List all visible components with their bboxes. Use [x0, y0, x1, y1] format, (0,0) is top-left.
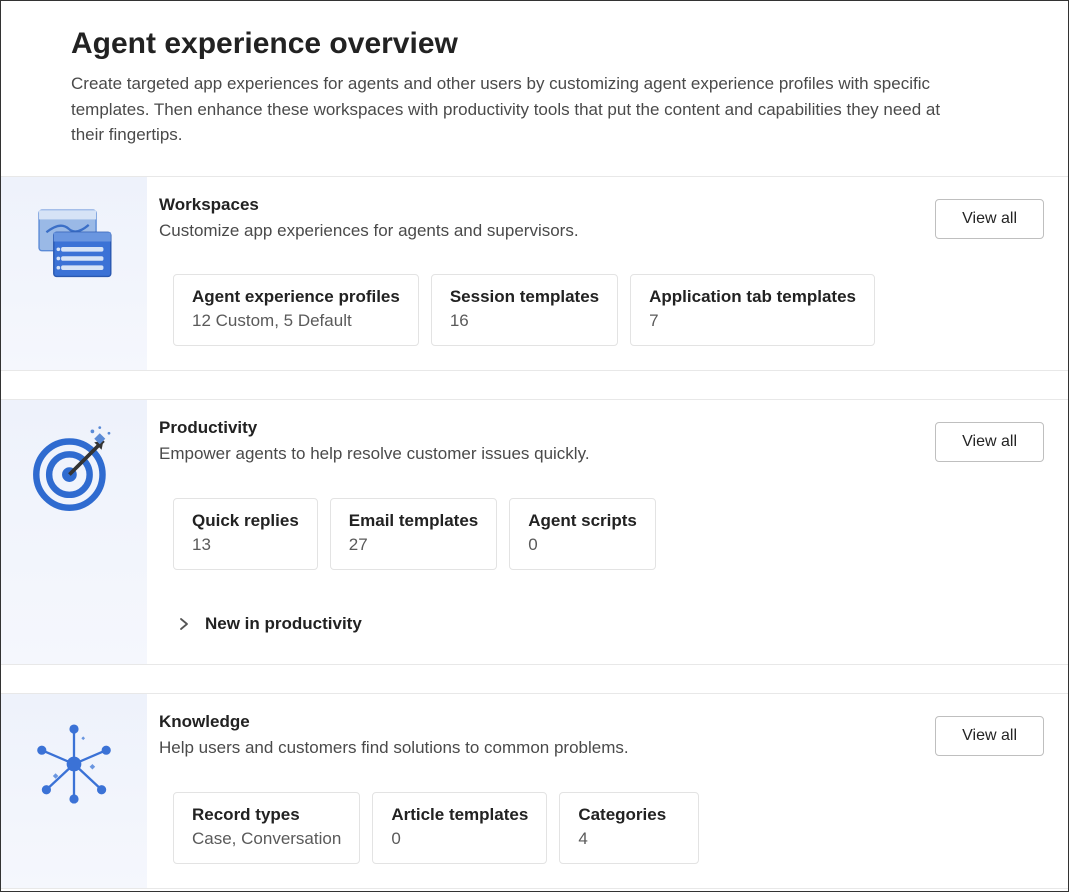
- tile-title: Agent experience profiles: [192, 287, 400, 307]
- tile-value: 0: [391, 829, 528, 849]
- tile-value: Case, Conversation: [192, 829, 341, 849]
- workspaces-subtitle: Customize app experiences for agents and…: [159, 219, 915, 243]
- tile-value: 16: [450, 311, 599, 331]
- page-title: Agent experience overview: [71, 27, 998, 61]
- tile-title: Session templates: [450, 287, 599, 307]
- tile-article-templates[interactable]: Article templates 0: [372, 792, 547, 864]
- tile-value: 4: [578, 829, 680, 849]
- tile-value: 12 Custom, 5 Default: [192, 311, 400, 331]
- workspaces-body: Workspaces Customize app experiences for…: [147, 177, 1068, 371]
- tile-title: Article templates: [391, 805, 528, 825]
- productivity-header-row: Productivity Empower agents to help reso…: [159, 418, 1044, 466]
- page-header: Agent experience overview Create targete…: [1, 1, 1068, 176]
- tile-agent-scripts[interactable]: Agent scripts 0: [509, 498, 656, 570]
- network-icon: [28, 718, 120, 815]
- knowledge-subtitle: Help users and customers find solutions …: [159, 736, 915, 760]
- productivity-view-all-button[interactable]: View all: [935, 422, 1044, 462]
- tile-title: Quick replies: [192, 511, 299, 531]
- tile-value: 13: [192, 535, 299, 555]
- productivity-tiles: Quick replies 13 Email templates 27 Agen…: [173, 498, 1044, 570]
- productivity-title: Productivity: [159, 418, 915, 438]
- knowledge-icon-pane: [1, 694, 147, 888]
- tile-title: Agent scripts: [528, 511, 637, 531]
- section-productivity: Productivity Empower agents to help reso…: [1, 399, 1068, 665]
- productivity-subtitle: Empower agents to help resolve customer …: [159, 442, 915, 466]
- knowledge-text: Knowledge Help users and customers find …: [159, 712, 915, 760]
- productivity-text: Productivity Empower agents to help reso…: [159, 418, 915, 466]
- workspaces-icon-pane: [1, 177, 147, 371]
- knowledge-tiles: Record types Case, Conversation Article …: [173, 792, 1044, 864]
- target-icon: [28, 424, 120, 521]
- knowledge-view-all-button[interactable]: View all: [935, 716, 1044, 756]
- productivity-body: Productivity Empower agents to help reso…: [147, 400, 1068, 664]
- tile-record-types[interactable]: Record types Case, Conversation: [173, 792, 360, 864]
- page-description: Create targeted app experiences for agen…: [71, 71, 951, 148]
- workspaces-view-all-button[interactable]: View all: [935, 199, 1044, 239]
- tile-title: Application tab templates: [649, 287, 856, 307]
- knowledge-header-row: Knowledge Help users and customers find …: [159, 712, 1044, 760]
- tile-agent-experience-profiles[interactable]: Agent experience profiles 12 Custom, 5 D…: [173, 274, 419, 346]
- tile-session-templates[interactable]: Session templates 16: [431, 274, 618, 346]
- chevron-right-icon: [177, 617, 191, 631]
- tile-email-templates[interactable]: Email templates 27: [330, 498, 497, 570]
- expander-label: New in productivity: [205, 614, 362, 634]
- tile-value: 0: [528, 535, 637, 555]
- new-in-productivity-expander[interactable]: New in productivity: [177, 608, 1044, 640]
- workspaces-text: Workspaces Customize app experiences for…: [159, 195, 915, 243]
- section-workspaces: Workspaces Customize app experiences for…: [1, 176, 1068, 372]
- knowledge-body: Knowledge Help users and customers find …: [147, 694, 1068, 888]
- tile-title: Record types: [192, 805, 341, 825]
- tile-title: Email templates: [349, 511, 478, 531]
- tile-value: 7: [649, 311, 856, 331]
- section-knowledge: Knowledge Help users and customers find …: [1, 693, 1068, 889]
- workspaces-title: Workspaces: [159, 195, 915, 215]
- tile-title: Categories: [578, 805, 680, 825]
- workspaces-tiles: Agent experience profiles 12 Custom, 5 D…: [173, 274, 1044, 346]
- tile-value: 27: [349, 535, 478, 555]
- tile-quick-replies[interactable]: Quick replies 13: [173, 498, 318, 570]
- tile-application-tab-templates[interactable]: Application tab templates 7: [630, 274, 875, 346]
- workspaces-header-row: Workspaces Customize app experiences for…: [159, 195, 1044, 243]
- tile-categories[interactable]: Categories 4: [559, 792, 699, 864]
- workspaces-icon: [28, 201, 120, 298]
- knowledge-title: Knowledge: [159, 712, 915, 732]
- productivity-icon-pane: [1, 400, 147, 664]
